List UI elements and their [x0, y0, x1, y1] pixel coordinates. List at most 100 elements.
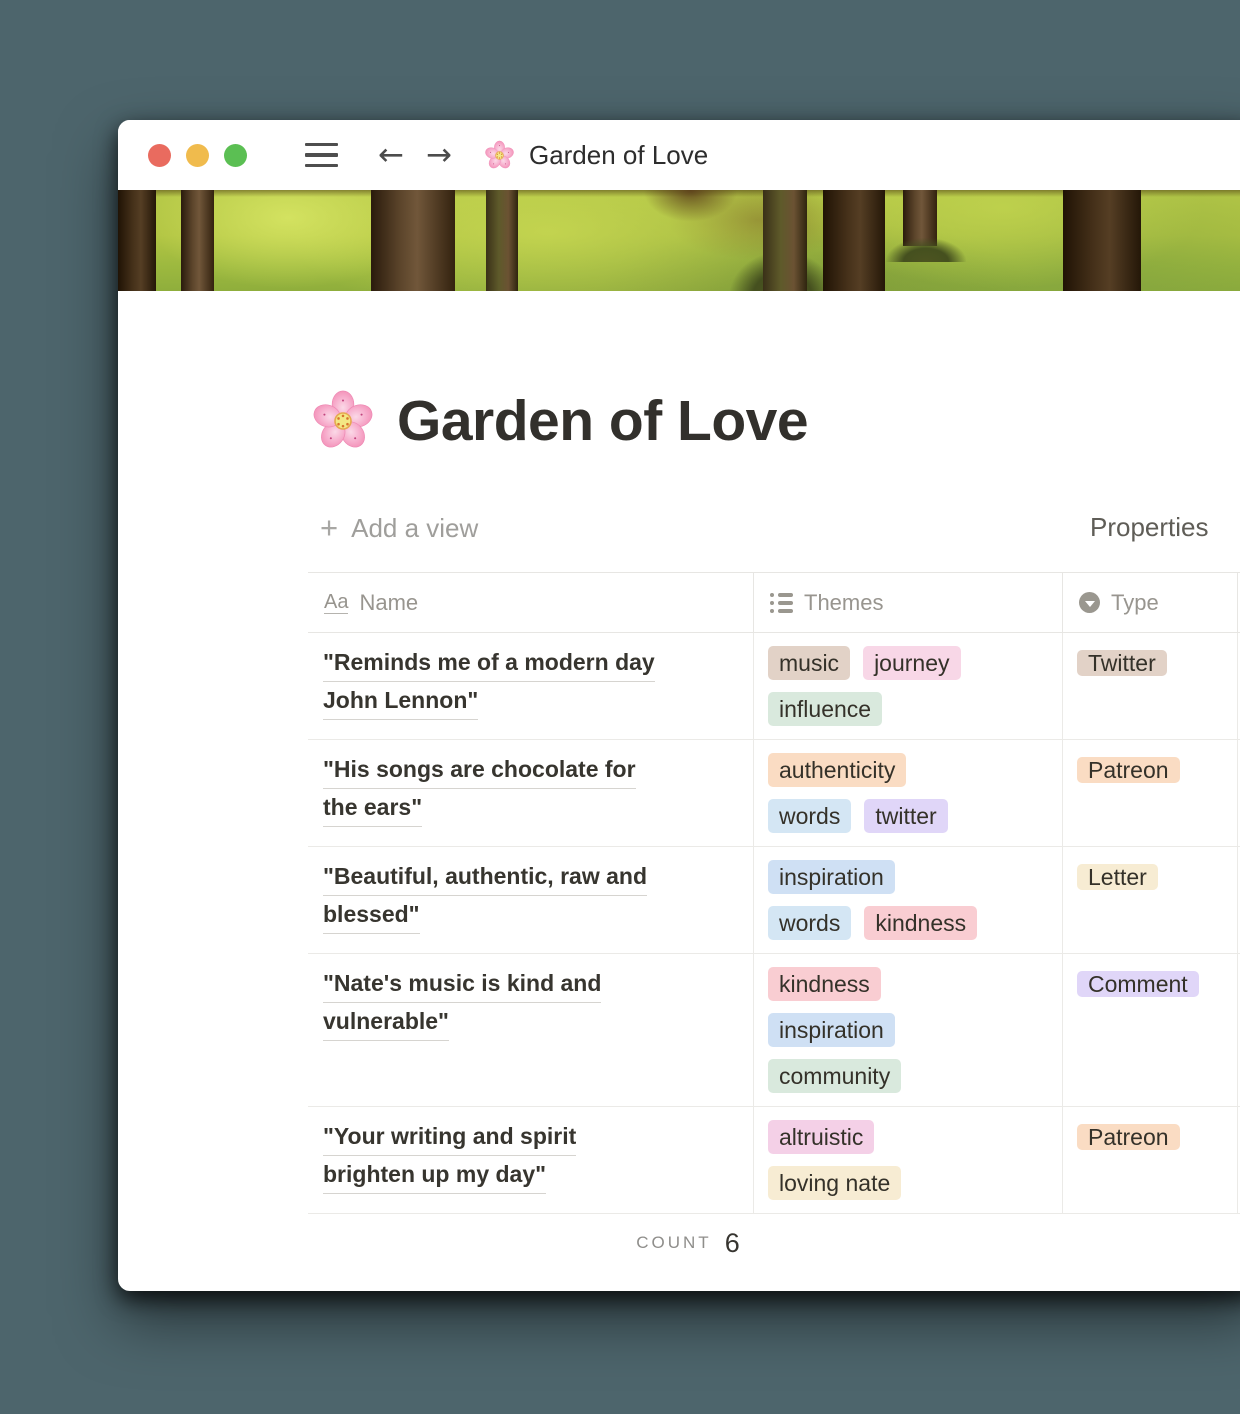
list-icon	[770, 593, 793, 613]
tag-line: words twitter	[768, 799, 1048, 833]
tree-trunk	[1063, 190, 1141, 291]
column-header-themes[interactable]: Themes	[753, 573, 1062, 632]
tag-chip: words	[768, 906, 851, 940]
tag-chip: inspiration	[768, 860, 895, 894]
name-cell[interactable]: "Beautiful, authentic, raw and blessed"	[308, 847, 753, 953]
name-text: "Your writing and spirit	[323, 1123, 576, 1156]
tag-line: altruistic	[768, 1120, 1048, 1154]
tree-roots	[886, 238, 966, 262]
window-title: Garden of Love	[529, 140, 708, 171]
type-cell[interactable]: Patreon	[1062, 740, 1238, 846]
count-label: COUNT	[636, 1233, 711, 1253]
back-icon[interactable]: ←	[378, 140, 404, 171]
tag-chip: authenticity	[768, 753, 906, 787]
add-view-label: Add a view	[351, 513, 478, 544]
column-header-type[interactable]: Type	[1062, 573, 1238, 632]
tag-line: inspiration	[768, 860, 1048, 894]
tag-line: loving nate	[768, 1166, 1048, 1200]
tag-line: inspiration	[768, 1013, 1048, 1047]
tag-chip: altruistic	[768, 1120, 874, 1154]
table-row[interactable]: "His songs are chocolate for the ears" aut…	[308, 740, 1240, 847]
themes-cell[interactable]: music journey influence	[753, 633, 1062, 739]
column-header-name[interactable]: Aa Name	[308, 573, 753, 632]
page-icon-cherry-blossom[interactable]	[311, 389, 375, 453]
tree-trunk	[763, 190, 807, 291]
tag-chip: inspiration	[768, 1013, 895, 1047]
tag-chip: twitter	[864, 799, 947, 833]
zoom-button[interactable]	[224, 144, 247, 167]
tag-line: words kindness	[768, 906, 1048, 940]
app-window: ← → Garden of Love Garden of Love +	[118, 120, 1240, 1291]
tree-roots	[643, 190, 738, 222]
select-icon	[1079, 592, 1100, 613]
properties-button[interactable]: Properties	[1090, 512, 1209, 543]
name-text: "Reminds me of a modern day	[323, 649, 655, 682]
tag-chip: community	[768, 1059, 901, 1093]
type-cell[interactable]: Letter	[1062, 847, 1238, 953]
tag-line: music journey	[768, 646, 1048, 680]
themes-cell[interactable]: kindness inspiration community	[753, 954, 1062, 1106]
table-row[interactable]: "Reminds me of a modern day John Lennon" m…	[308, 633, 1240, 740]
type-cell[interactable]: Comment	[1062, 954, 1238, 1106]
name-cell[interactable]: "Your writing and spiritbrighten up my d…	[308, 1107, 753, 1213]
tree-trunk	[181, 190, 214, 291]
name-text: "His songs are chocolate for	[323, 756, 636, 789]
tag-chip: Patreon	[1077, 757, 1180, 783]
column-label: Name	[359, 590, 418, 616]
text-icon: Aa	[324, 592, 348, 614]
name-cell[interactable]: "His songs are chocolate for the ears"	[308, 740, 753, 846]
name-text: John Lennon"	[323, 687, 478, 720]
desktop-background: ← → Garden of Love Garden of Love +	[0, 0, 1240, 1414]
forward-icon[interactable]: →	[426, 140, 452, 171]
table-row[interactable]: "Your writing and spiritbrighten up my d…	[308, 1107, 1240, 1214]
table-row[interactable]: "Nate's music is kind and vulnerable" kind…	[308, 954, 1240, 1107]
count-value: 6	[725, 1228, 740, 1259]
tag-chip: music	[768, 646, 850, 680]
table-row[interactable]: "Beautiful, authentic, raw and blessed" in…	[308, 847, 1240, 954]
menu-icon[interactable]	[305, 143, 338, 168]
themes-cell[interactable]: inspiration words kindness	[753, 847, 1062, 953]
traffic-lights	[148, 144, 262, 167]
name-cell[interactable]: "Nate's music is kind and vulnerable"	[308, 954, 753, 1106]
tree-trunk	[371, 190, 455, 291]
page-header: Garden of Love	[311, 388, 1240, 454]
cherry-blossom-icon	[484, 140, 515, 171]
tag-chip: Patreon	[1077, 1124, 1180, 1150]
titlebar: ← → Garden of Love	[118, 120, 1240, 190]
name-text: blessed"	[323, 901, 420, 934]
tag-chip: loving nate	[768, 1166, 901, 1200]
tag-chip: Twitter	[1077, 650, 1167, 676]
themes-cell[interactable]: authenticity words twitter	[753, 740, 1062, 846]
plus-icon: +	[320, 510, 338, 546]
tag-chip: Letter	[1077, 864, 1158, 890]
tree-trunk	[486, 190, 518, 291]
tag-chip: words	[768, 799, 851, 833]
type-cell[interactable]: Patreon	[1062, 1107, 1238, 1213]
database-table: Aa Name Themes Type "Reminds me of a mod…	[308, 572, 1240, 1214]
name-text: "Nate's music is kind and	[323, 970, 601, 1003]
tag-chip: journey	[863, 646, 960, 680]
type-cell[interactable]: Twitter	[1062, 633, 1238, 739]
tag-line: community	[768, 1059, 1048, 1093]
tag-chip: influence	[768, 692, 882, 726]
column-label: Themes	[804, 590, 883, 616]
tag-chip: Comment	[1077, 971, 1199, 997]
table-footer[interactable]: COUNT 6	[118, 1214, 1240, 1272]
add-view-button[interactable]: + Add a view	[320, 510, 478, 546]
name-text: the ears"	[323, 794, 422, 827]
name-text: "Beautiful, authentic, raw and	[323, 863, 647, 896]
close-button[interactable]	[148, 144, 171, 167]
cover-image	[118, 190, 1240, 291]
column-label: Type	[1111, 590, 1159, 616]
tree-trunk	[118, 190, 156, 291]
tag-chip: kindness	[864, 906, 977, 940]
themes-cell[interactable]: altruistic loving nate	[753, 1107, 1062, 1213]
collection-toolbar: + Add a view Properties	[118, 510, 1240, 548]
tag-chip: kindness	[768, 967, 881, 1001]
minimize-button[interactable]	[186, 144, 209, 167]
page-title[interactable]: Garden of Love	[397, 388, 808, 454]
tag-line: authenticity	[768, 753, 1048, 787]
name-cell[interactable]: "Reminds me of a modern day John Lennon"	[308, 633, 753, 739]
name-text: vulnerable"	[323, 1008, 449, 1041]
table-body: "Reminds me of a modern day John Lennon" m…	[308, 633, 1240, 1214]
